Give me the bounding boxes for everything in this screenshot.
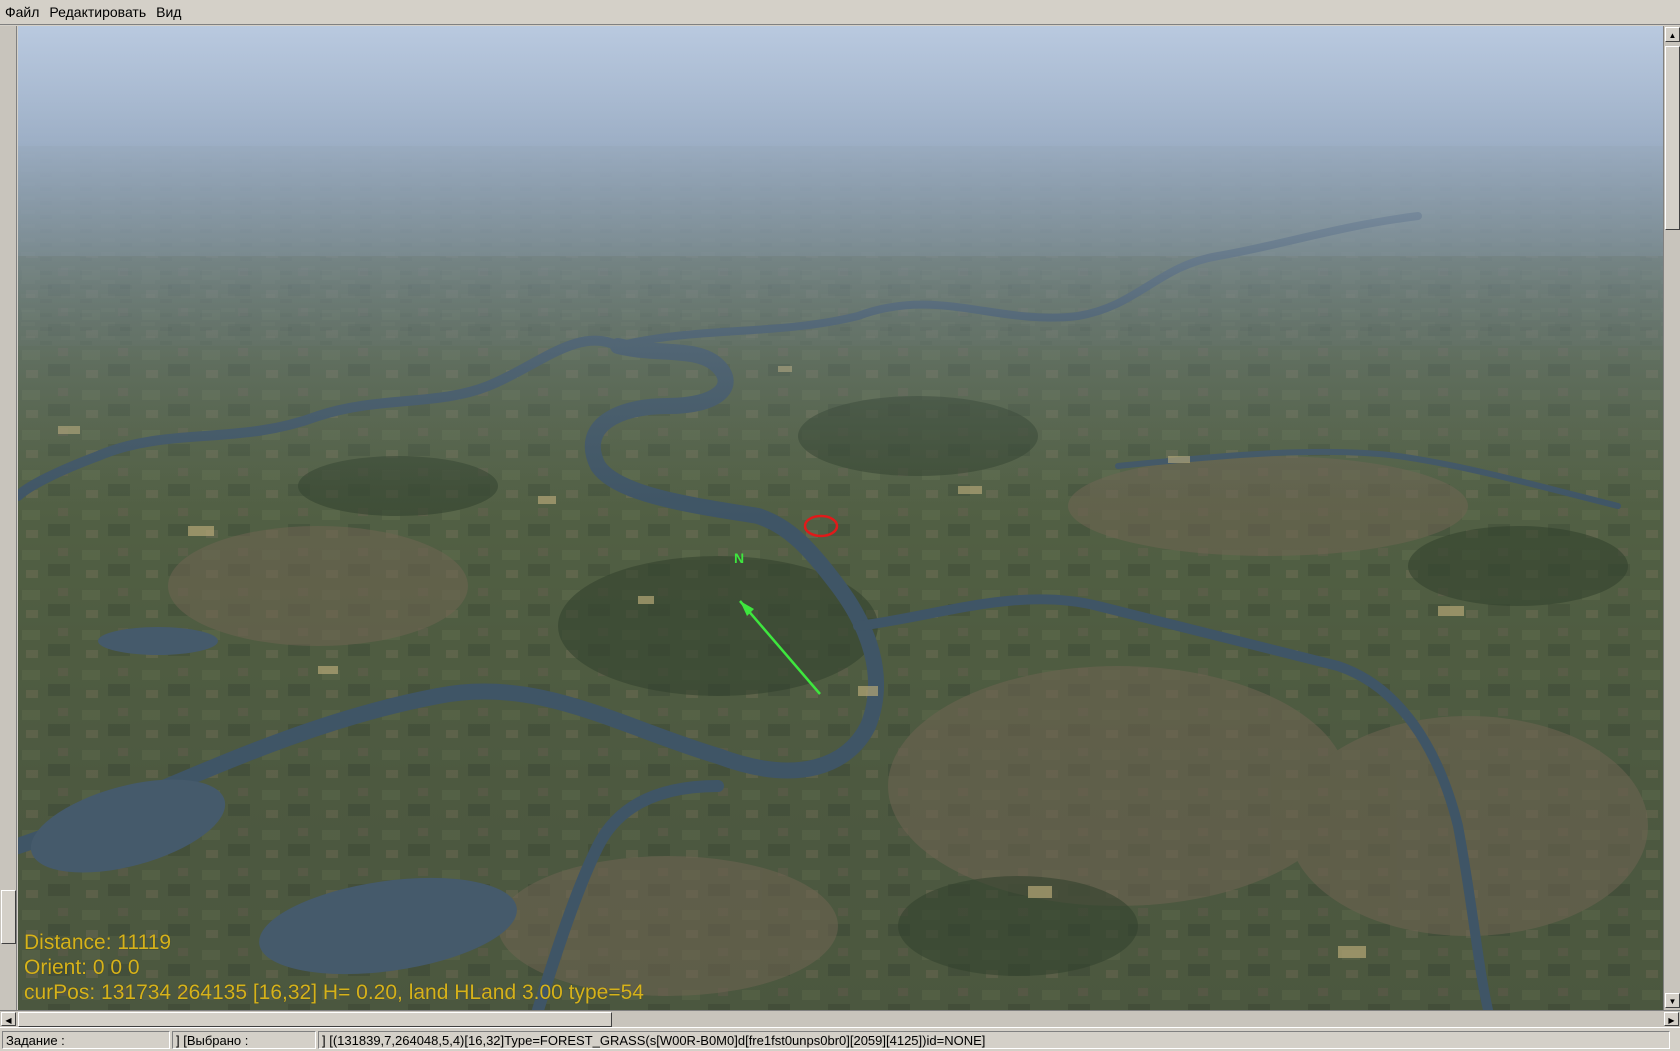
hud-orient: Orient: 0 0 0 [24,956,140,979]
triangle-right-icon[interactable]: ▶ [1664,1012,1679,1026]
menu-edit[interactable]: Редактировать [44,1,151,23]
status-task: Задание : [2,1030,170,1049]
terrain-3d-viewport[interactable]: N Distance: 11119 Orient: 0 0 0 curPos: … [18,26,1663,1010]
left-splitter-scrollbar[interactable] [0,26,17,1010]
triangle-left-icon[interactable]: ◀ [1,1012,16,1026]
compass-north-label: N [734,550,744,566]
right-scroll-thumb[interactable] [1665,46,1680,230]
left-scroll-thumb[interactable] [1,890,16,944]
horizontal-scroll-thumb[interactable] [18,1012,612,1027]
triangle-down-icon[interactable]: ▼ [1665,993,1680,1008]
triangle-up-icon[interactable]: ▲ [1665,27,1680,42]
menu-file[interactable]: Файл [0,1,44,23]
status-info: ] [(131839,7,264048,5,4)[16,32]Type=FORE… [318,1030,1670,1049]
hud-distance: Distance: 11119 [24,931,172,954]
status-selected: ] [Выбрано : [172,1030,316,1049]
horizontal-scrollbar[interactable]: ◀ ▶ [0,1010,1680,1027]
hud-curpos: curPos: 131734 264135 [16,32] H= 0.20, l… [24,981,644,1004]
menu-view[interactable]: Вид [151,1,186,23]
menu-bar: Файл Редактировать Вид [0,0,1680,25]
status-bar: Задание : ] [Выбрано : ] [(131839,7,2640… [0,1027,1680,1051]
right-vertical-scrollbar[interactable]: ▲ ▼ [1663,26,1680,1010]
terrain-render: N [18,26,1663,1010]
